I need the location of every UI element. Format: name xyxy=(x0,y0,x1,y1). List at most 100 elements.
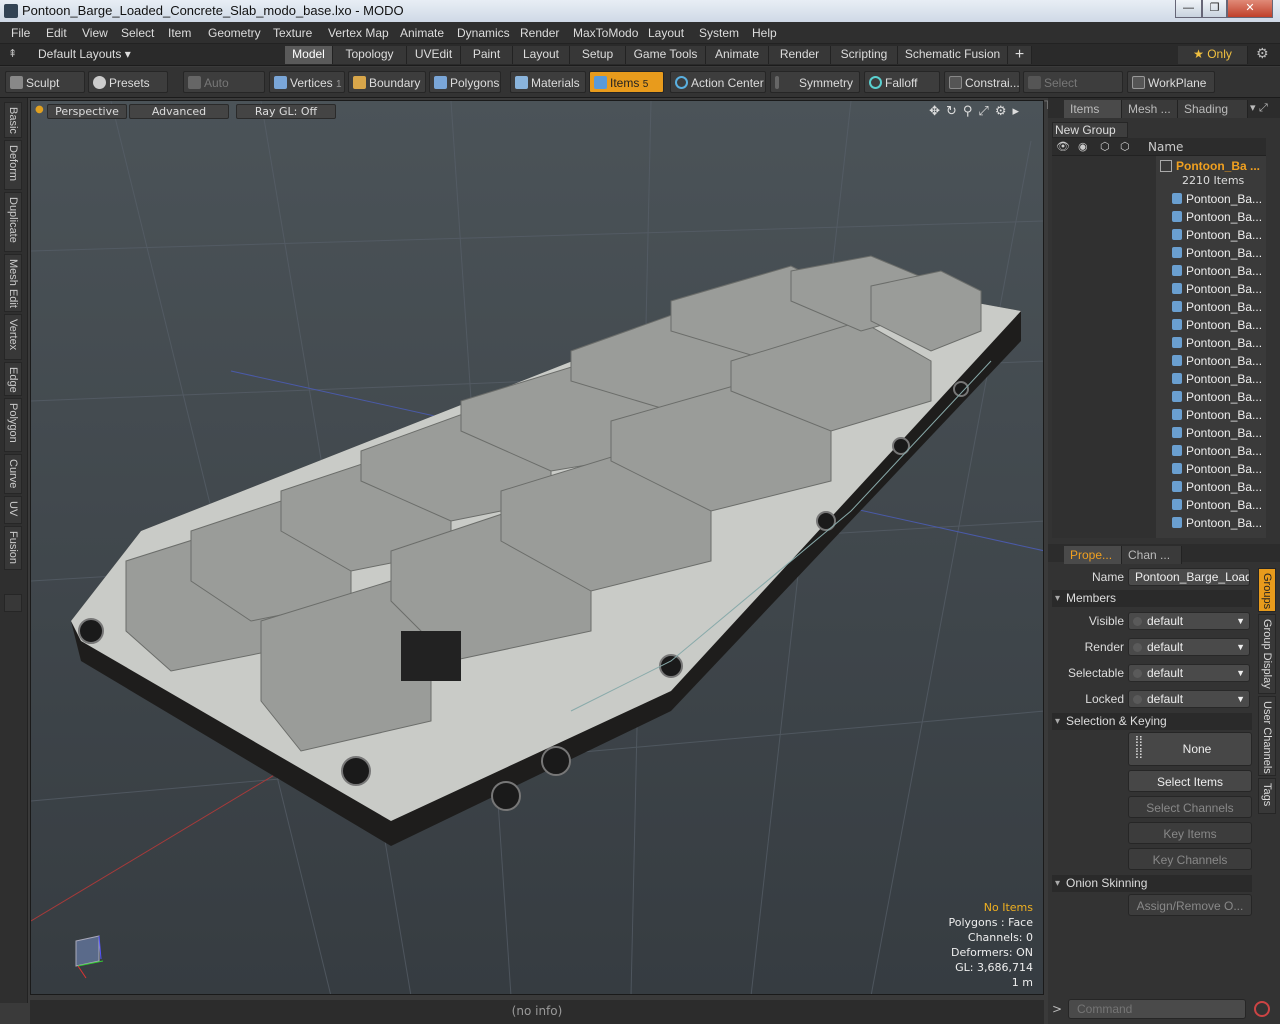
symmetry-button[interactable]: Symmetry xyxy=(770,71,860,93)
vtab-mesh-edit[interactable]: Mesh Edit xyxy=(4,254,22,312)
vtab-fusion[interactable]: Fusion xyxy=(4,526,22,570)
menu-vertex-map[interactable]: Vertex Map xyxy=(328,26,389,40)
list-item[interactable]: Pontoon_Ba... xyxy=(1052,190,1266,208)
close-button[interactable]: ✕ xyxy=(1227,0,1273,18)
raygl-button[interactable]: Ray GL: Off xyxy=(236,104,336,119)
list-item[interactable]: Pontoon_Ba... xyxy=(1052,370,1266,388)
tab-properties[interactable]: Prope... xyxy=(1064,546,1122,564)
polygons-button[interactable]: Polygons xyxy=(429,71,501,93)
selection-keying-section[interactable]: Selection & Keying xyxy=(1052,713,1252,730)
3d-viewport[interactable]: ● Perspective Advanced Ray GL: Off ✥↻⚲⤢⚙… xyxy=(30,100,1044,995)
locked-select[interactable]: default ▼ xyxy=(1128,690,1250,708)
list-item[interactable]: Pontoon_Ba... xyxy=(1052,208,1266,226)
none-button[interactable]: ⁞⁞ ⁞⁞ None xyxy=(1128,732,1252,766)
lock-icon[interactable]: ⬡ xyxy=(1100,140,1110,153)
sidetab-tags[interactable]: Tags xyxy=(1258,778,1276,814)
sidetab-group-display[interactable]: Group Display xyxy=(1258,614,1276,694)
list-item[interactable]: Pontoon_Ba... xyxy=(1052,514,1266,532)
list-item[interactable]: Pontoon_Ba... xyxy=(1052,442,1266,460)
name-column-header[interactable]: Name xyxy=(1148,140,1183,154)
constrain-button[interactable]: Constrai... xyxy=(944,71,1020,93)
falloff-button[interactable]: Falloff xyxy=(864,71,940,93)
workplane-button[interactable]: WorkPlane xyxy=(1127,71,1215,93)
vtab-polygon[interactable]: Polygon xyxy=(4,398,22,452)
menu-maxtomodo[interactable]: MaxToModo xyxy=(573,26,638,40)
menu-edit[interactable]: Edit xyxy=(46,26,67,40)
menu-view[interactable]: View xyxy=(82,26,108,40)
vtab-uv[interactable]: UV xyxy=(4,496,22,524)
select-icon[interactable]: ⬡ xyxy=(1120,140,1130,153)
render-select[interactable]: default ▼ xyxy=(1128,638,1250,656)
menu-animate[interactable]: Animate xyxy=(400,26,444,40)
select-channels-button[interactable]: Select Channels xyxy=(1128,796,1252,818)
shading-mode-button[interactable]: Advanced xyxy=(129,104,229,119)
select-through-button[interactable]: Select Through xyxy=(1023,71,1123,112)
collapse-icon[interactable]: ⇞ xyxy=(8,47,17,60)
eye-icon[interactable]: 👁 xyxy=(1056,140,1070,153)
list-item[interactable]: Pontoon_Ba... xyxy=(1052,262,1266,280)
vertices-button[interactable]: Vertices 1 xyxy=(269,71,345,93)
tab-render[interactable]: Render xyxy=(769,46,831,64)
tab-setup[interactable]: Setup xyxy=(570,46,626,64)
menu-layout[interactable]: Layout xyxy=(648,26,684,40)
minimize-button[interactable]: — xyxy=(1175,0,1202,18)
list-item[interactable]: Pontoon_Ba... xyxy=(1052,460,1266,478)
presets-button[interactable]: Presets xyxy=(88,71,168,93)
tab-uvedit[interactable]: UVEdit xyxy=(407,46,461,64)
menu-system[interactable]: System xyxy=(699,26,739,40)
tab-game-tools[interactable]: Game Tools xyxy=(626,46,706,64)
menu-help[interactable]: Help xyxy=(752,26,777,40)
tab-mesh[interactable]: Mesh ... xyxy=(1122,100,1178,118)
viewport-nav-icons[interactable]: ✥↻⚲⤢⚙▸ xyxy=(929,104,1025,119)
tab-model[interactable]: Model xyxy=(285,46,333,64)
list-item[interactable]: Pontoon_Ba... xyxy=(1052,478,1266,496)
menu-render[interactable]: Render xyxy=(520,26,559,40)
boundary-button[interactable]: Boundary xyxy=(348,71,426,93)
vtab-duplicate[interactable]: Duplicate xyxy=(4,192,22,252)
vtab-vertex[interactable]: Vertex xyxy=(4,314,22,360)
vtab-extra[interactable] xyxy=(4,594,22,612)
selectable-select[interactable]: default ▼ xyxy=(1128,664,1250,682)
add-tab-button[interactable]: + xyxy=(1008,46,1032,64)
select-items-button[interactable]: Select Items xyxy=(1128,770,1252,792)
maximize-button[interactable]: ❐ xyxy=(1202,0,1227,18)
menu-dynamics[interactable]: Dynamics xyxy=(457,26,510,40)
list-item[interactable]: Pontoon_Ba... xyxy=(1052,406,1266,424)
assign-remove-button[interactable]: Assign/Remove O... xyxy=(1128,894,1252,916)
tab-animate[interactable]: Animate xyxy=(706,46,769,64)
tab-layout[interactable]: Layout xyxy=(513,46,570,64)
list-item[interactable]: Pontoon_Ba... xyxy=(1052,316,1266,334)
list-item[interactable]: Pontoon_Ba... xyxy=(1052,388,1266,406)
vtab-basic[interactable]: Basic xyxy=(4,102,22,138)
list-item[interactable]: Pontoon_Ba... xyxy=(1052,352,1266,370)
view-mode-button[interactable]: Perspective xyxy=(47,104,127,119)
sidetab-groups[interactable]: Groups xyxy=(1258,568,1276,612)
new-group-button[interactable]: New Group xyxy=(1052,122,1128,138)
list-item[interactable]: Pontoon_Ba... xyxy=(1052,244,1266,262)
vtab-deform[interactable]: Deform xyxy=(4,140,22,190)
tab-items[interactable]: Items xyxy=(1064,100,1122,118)
list-item[interactable]: Pontoon_Ba... xyxy=(1052,496,1266,514)
sculpt-button[interactable]: Sculpt xyxy=(5,71,85,93)
tab-topology[interactable]: Topology xyxy=(333,46,407,64)
menu-texture[interactable]: Texture xyxy=(273,26,312,40)
list-item[interactable]: Pontoon_Ba... xyxy=(1052,298,1266,316)
tab-scripting[interactable]: Scripting xyxy=(831,46,898,64)
menu-file[interactable]: File xyxy=(11,26,30,40)
materials-button[interactable]: Materials xyxy=(510,71,586,93)
tab-channels[interactable]: Chan ... xyxy=(1122,546,1182,564)
vtab-curve[interactable]: Curve xyxy=(4,454,22,494)
list-item[interactable]: Pontoon_Ba... xyxy=(1052,334,1266,352)
members-section[interactable]: Members xyxy=(1052,590,1252,607)
expand-icon[interactable]: ▾ ⤢ xyxy=(1250,101,1268,115)
list-item[interactable]: Pontoon_Ba... xyxy=(1052,424,1266,442)
list-item[interactable]: Pontoon_Ba... xyxy=(1052,226,1266,244)
list-item[interactable]: Pontoon_Ba... xyxy=(1052,280,1266,298)
items-button[interactable]: Items 5 xyxy=(589,71,664,93)
render-icon[interactable]: ◉ xyxy=(1078,140,1088,153)
tab-schematic-fusion[interactable]: Schematic Fusion xyxy=(898,46,1008,64)
visible-select[interactable]: default ▼ xyxy=(1128,612,1250,630)
action-center-button[interactable]: Action Center xyxy=(670,71,766,93)
key-channels-button[interactable]: Key Channels xyxy=(1128,848,1252,870)
menu-item[interactable]: Item xyxy=(168,26,191,40)
